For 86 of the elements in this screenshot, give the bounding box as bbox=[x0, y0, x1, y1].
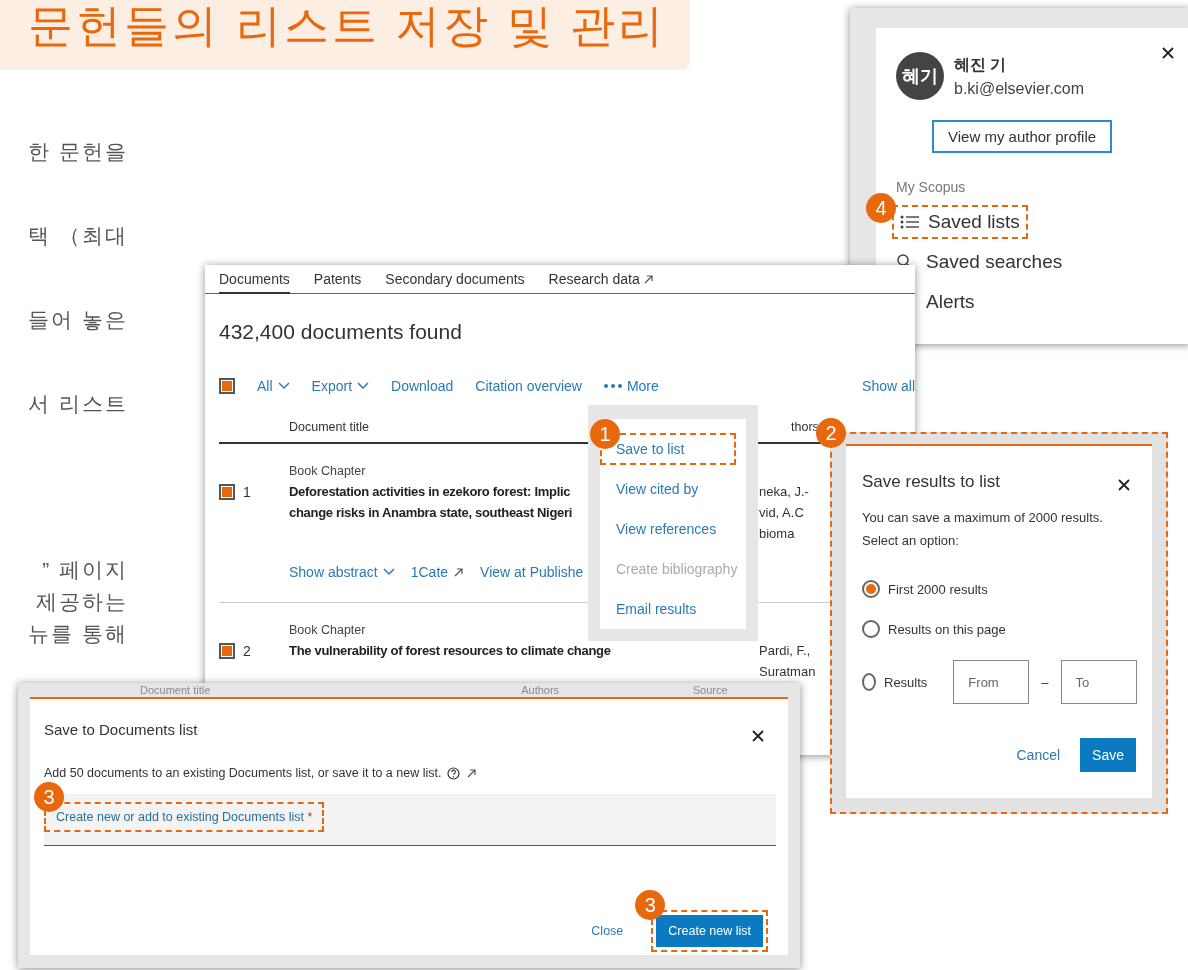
row-number: 2 bbox=[243, 643, 251, 659]
column-header: Source bbox=[692, 684, 729, 696]
show-all-link[interactable]: Show all bbox=[862, 378, 915, 394]
menu-item[interactable]: Alerts bbox=[922, 289, 979, 315]
document-title[interactable]: Deforestation activities in ezekoro forest: Implic bbox=[289, 484, 571, 499]
result-link[interactable]: Show abstract bbox=[289, 564, 395, 580]
from-field[interactable]: From bbox=[953, 660, 1030, 704]
checkbox[interactable] bbox=[219, 643, 235, 659]
menu-item[interactable]: Saved lists bbox=[896, 209, 1024, 235]
author-profile-button[interactable]: View my author profile bbox=[932, 120, 1113, 153]
tab[interactable]: Documents bbox=[219, 271, 290, 294]
document-type: Book Chapter bbox=[289, 464, 366, 478]
save-button[interactable]: Save bbox=[1080, 738, 1136, 772]
row-number: 1 bbox=[243, 484, 251, 500]
to-field[interactable]: To bbox=[1060, 660, 1137, 704]
close-icon[interactable] bbox=[1162, 47, 1174, 59]
results-count: 432,400 documents found bbox=[219, 320, 463, 344]
author-text: vid, A.C bbox=[759, 505, 804, 520]
author-text: Pardi, F., bbox=[759, 643, 811, 658]
chevron-down-icon bbox=[357, 382, 370, 390]
author-text: Suratman bbox=[759, 664, 816, 679]
close-button[interactable]: Close bbox=[591, 924, 624, 938]
step-badge: 3 bbox=[635, 890, 666, 920]
body-text: ” 페이지 bbox=[42, 557, 128, 583]
option-label: Results bbox=[884, 674, 928, 690]
radio-button[interactable] bbox=[862, 620, 880, 638]
dialog-title: Save to Documents list bbox=[44, 721, 198, 738]
body-text: 한 문헌을 bbox=[28, 139, 128, 165]
toolbar-link[interactable]: More bbox=[603, 378, 659, 394]
document-title[interactable]: The vulnerability of forest resources to climate change bbox=[289, 643, 611, 658]
body-text: 제공하는 bbox=[36, 589, 128, 615]
user-email: b.ki@elsevier.com bbox=[954, 79, 1085, 98]
chevron-down-icon bbox=[277, 382, 290, 390]
body-text: 뉴를 통해 bbox=[28, 621, 128, 647]
menu-item[interactable]: Email results bbox=[600, 597, 705, 621]
column-header: Authors bbox=[521, 684, 561, 696]
checkbox[interactable] bbox=[219, 484, 235, 500]
chevron-down-icon bbox=[382, 568, 395, 576]
author-text: neka, J.- bbox=[759, 484, 809, 499]
step-badge: 3 bbox=[34, 782, 64, 812]
tab[interactable]: Secondary documents bbox=[385, 271, 525, 294]
radio-button[interactable] bbox=[862, 673, 876, 691]
toolbar-link[interactable]: Export bbox=[311, 378, 370, 394]
create-list-button[interactable]: Create new list bbox=[656, 915, 763, 947]
more-dots-icon bbox=[603, 384, 622, 388]
menu-item[interactable]: View references bbox=[600, 517, 725, 541]
section-label: My Scopus bbox=[896, 179, 967, 195]
menu-item[interactable]: View cited by bbox=[600, 477, 707, 501]
cancel-button[interactable]: Cancel bbox=[1016, 747, 1061, 763]
help-icon bbox=[447, 766, 461, 780]
list-icon bbox=[900, 215, 920, 229]
step-badge: 4 bbox=[866, 193, 896, 223]
slide-title: 문헌들의 리스트 저장 및 관리 bbox=[28, 3, 666, 48]
menu-item[interactable]: Saved searches bbox=[922, 249, 1067, 275]
dialog-text: Add 50 documents to an existing Documents list, or save it to a new list. bbox=[44, 766, 442, 780]
body-text: 택 （최대 bbox=[28, 223, 128, 249]
tab[interactable]: Research data bbox=[548, 271, 654, 294]
external-link-icon bbox=[466, 767, 478, 779]
close-icon[interactable] bbox=[752, 730, 764, 742]
toolbar-link[interactable]: Download bbox=[391, 378, 454, 394]
range-separator: – bbox=[1041, 674, 1049, 690]
tab[interactable]: Patents bbox=[313, 271, 362, 294]
external-link-icon bbox=[453, 566, 465, 578]
toolbar-link[interactable]: Citation overview bbox=[475, 378, 582, 394]
body-text: 들어 놓은 bbox=[28, 307, 128, 333]
body-text: 서 리스트 bbox=[28, 391, 128, 417]
dialog-text: Select an option: bbox=[862, 532, 959, 550]
external-link-icon bbox=[642, 273, 654, 285]
toolbar-link[interactable]: All bbox=[257, 378, 290, 394]
author-text: bioma bbox=[759, 526, 795, 541]
option-label: First 2000 results bbox=[888, 581, 988, 597]
user-name: 혜진 기 bbox=[954, 54, 1008, 75]
dialog-title: Save results to list bbox=[862, 472, 1000, 492]
dialog-text: You can save a maximum of 2000 results. bbox=[862, 509, 1103, 527]
document-title[interactable]: change risks in Anambra state, southeast Nigeri bbox=[289, 505, 573, 520]
column-header: Document title bbox=[140, 684, 212, 696]
result-link[interactable]: 1Cate bbox=[410, 564, 465, 580]
checkbox[interactable] bbox=[219, 378, 235, 394]
column-header: Document title bbox=[289, 420, 369, 434]
result-link[interactable]: View at Publishe bbox=[480, 564, 584, 580]
document-type: Book Chapter bbox=[289, 623, 366, 637]
close-icon[interactable] bbox=[1118, 479, 1130, 491]
radio-button[interactable] bbox=[862, 580, 880, 598]
option-label: Results on this page bbox=[888, 621, 1006, 637]
column-header: thors bbox=[790, 420, 819, 434]
avatar: 혜기 bbox=[896, 52, 944, 100]
